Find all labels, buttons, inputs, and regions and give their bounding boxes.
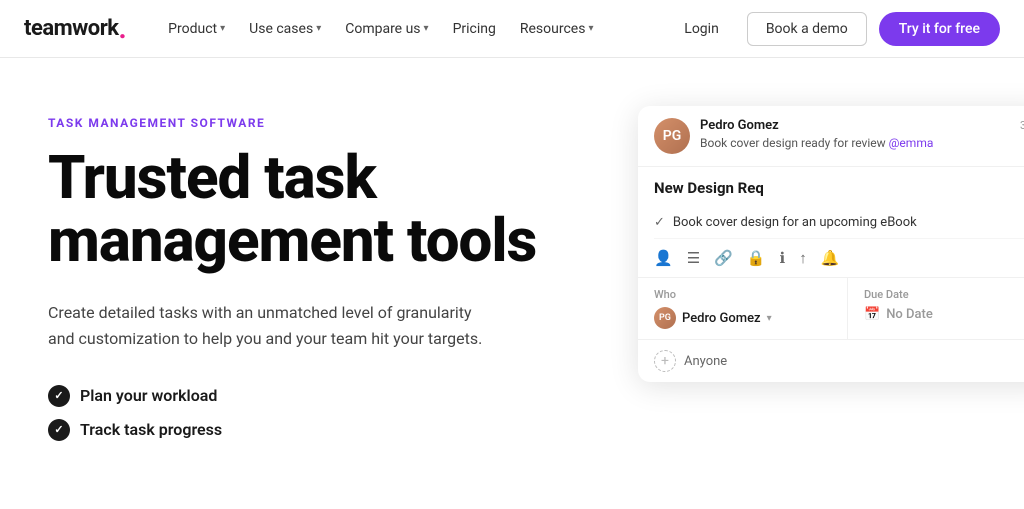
anyone-label: Anyone xyxy=(684,354,727,369)
logo-dot: . xyxy=(119,15,127,43)
info-icon[interactable]: ℹ xyxy=(780,249,786,267)
task-label: Book cover design for an upcoming eBook xyxy=(673,215,917,230)
anyone-row: + Anyone xyxy=(638,340,1024,382)
hero-eyebrow: TASK MANAGEMENT SOFTWARE xyxy=(48,116,598,130)
bell-icon[interactable]: 🔔 xyxy=(821,249,840,267)
chat-notification: PG Pedro Gomez 30m Book cover design rea… xyxy=(638,106,1024,167)
chevron-down-icon: ▾ xyxy=(220,23,225,34)
hero-title: Trusted task management tools xyxy=(48,146,598,272)
chevron-down-icon: ▾ xyxy=(424,23,429,34)
person-icon[interactable]: 👤 xyxy=(654,249,673,267)
check-icon: ✓ xyxy=(48,419,70,441)
task-section-title: New Design Req xyxy=(654,179,1024,197)
nav-try-free-button[interactable]: Try it for free xyxy=(879,12,1000,46)
nav-item-pricing[interactable]: Pricing xyxy=(443,15,506,43)
who-value: PG Pedro Gomez ▾ xyxy=(654,307,831,329)
task-check-icon: ✓ xyxy=(654,215,665,230)
nav-item-product[interactable]: Product ▾ xyxy=(158,15,235,43)
calendar-icon: 📅 xyxy=(864,307,880,322)
nav-item-compare[interactable]: Compare us ▾ xyxy=(335,15,438,43)
who-column: Who PG Pedro Gomez ▾ xyxy=(638,278,848,339)
lock-icon[interactable]: 🔒 xyxy=(747,249,766,267)
list-icon[interactable]: ☰ xyxy=(687,249,700,267)
hero-section: TASK MANAGEMENT SOFTWARE Trusted task ma… xyxy=(0,58,1024,508)
anyone-circle: + xyxy=(654,350,676,372)
chevron-down-icon: ▾ xyxy=(767,313,772,324)
due-date-column: Due Date 📅 No Date xyxy=(848,278,1024,339)
hero-description: Create detailed tasks with an unmatched … xyxy=(48,300,488,353)
chat-message: Book cover design ready for review @emma xyxy=(700,136,1024,150)
chat-mention: @emma xyxy=(889,136,934,150)
upload-icon[interactable]: ↑ xyxy=(799,249,807,267)
hero-content: TASK MANAGEMENT SOFTWARE Trusted task ma… xyxy=(48,106,598,441)
who-avatar: PG xyxy=(654,307,676,329)
feature-item-progress: ✓ Track task progress xyxy=(48,419,598,441)
link-icon[interactable]: 🔗 xyxy=(714,249,733,267)
nav-login-button[interactable]: Login xyxy=(668,15,735,43)
logo-text: teamwork xyxy=(24,16,119,41)
navigation: teamwork. Product ▾ Use cases ▾ Compare … xyxy=(0,0,1024,58)
due-label: Due Date xyxy=(864,288,1024,301)
task-section: New Design Req ✓ Book cover design for a… xyxy=(638,167,1024,239)
chevron-down-icon: ▾ xyxy=(316,23,321,34)
due-value: 📅 No Date xyxy=(864,307,1024,322)
mockup-card: PG Pedro Gomez 30m Book cover design rea… xyxy=(638,106,1024,382)
check-icon: ✓ xyxy=(48,385,70,407)
task-details-grid: Who PG Pedro Gomez ▾ Due Date 📅 No Date xyxy=(638,278,1024,340)
chat-user-name: Pedro Gomez xyxy=(700,118,779,133)
chevron-down-icon: ▾ xyxy=(588,23,593,34)
feature-item-workload: ✓ Plan your workload xyxy=(48,385,598,407)
who-label: Who xyxy=(654,288,831,301)
nav-book-demo-button[interactable]: Book a demo xyxy=(747,12,867,46)
chat-time: 30m xyxy=(1020,119,1024,132)
nav-links: Product ▾ Use cases ▾ Compare us ▾ Prici… xyxy=(158,12,1000,46)
task-icon-row: 👤 ☰ 🔗 🔒 ℹ ↑ 🔔 xyxy=(638,239,1024,278)
feature-list: ✓ Plan your workload ✓ Track task progre… xyxy=(48,385,598,441)
hero-mockup: PG Pedro Gomez 30m Book cover design rea… xyxy=(638,96,1024,382)
logo[interactable]: teamwork. xyxy=(24,15,126,43)
avatar: PG xyxy=(654,118,690,154)
nav-item-use-cases[interactable]: Use cases ▾ xyxy=(239,15,331,43)
chat-body: Pedro Gomez 30m Book cover design ready … xyxy=(700,118,1024,150)
task-row: ✓ Book cover design for an upcoming eBoo… xyxy=(654,207,1024,239)
nav-item-resources[interactable]: Resources ▾ xyxy=(510,15,604,43)
